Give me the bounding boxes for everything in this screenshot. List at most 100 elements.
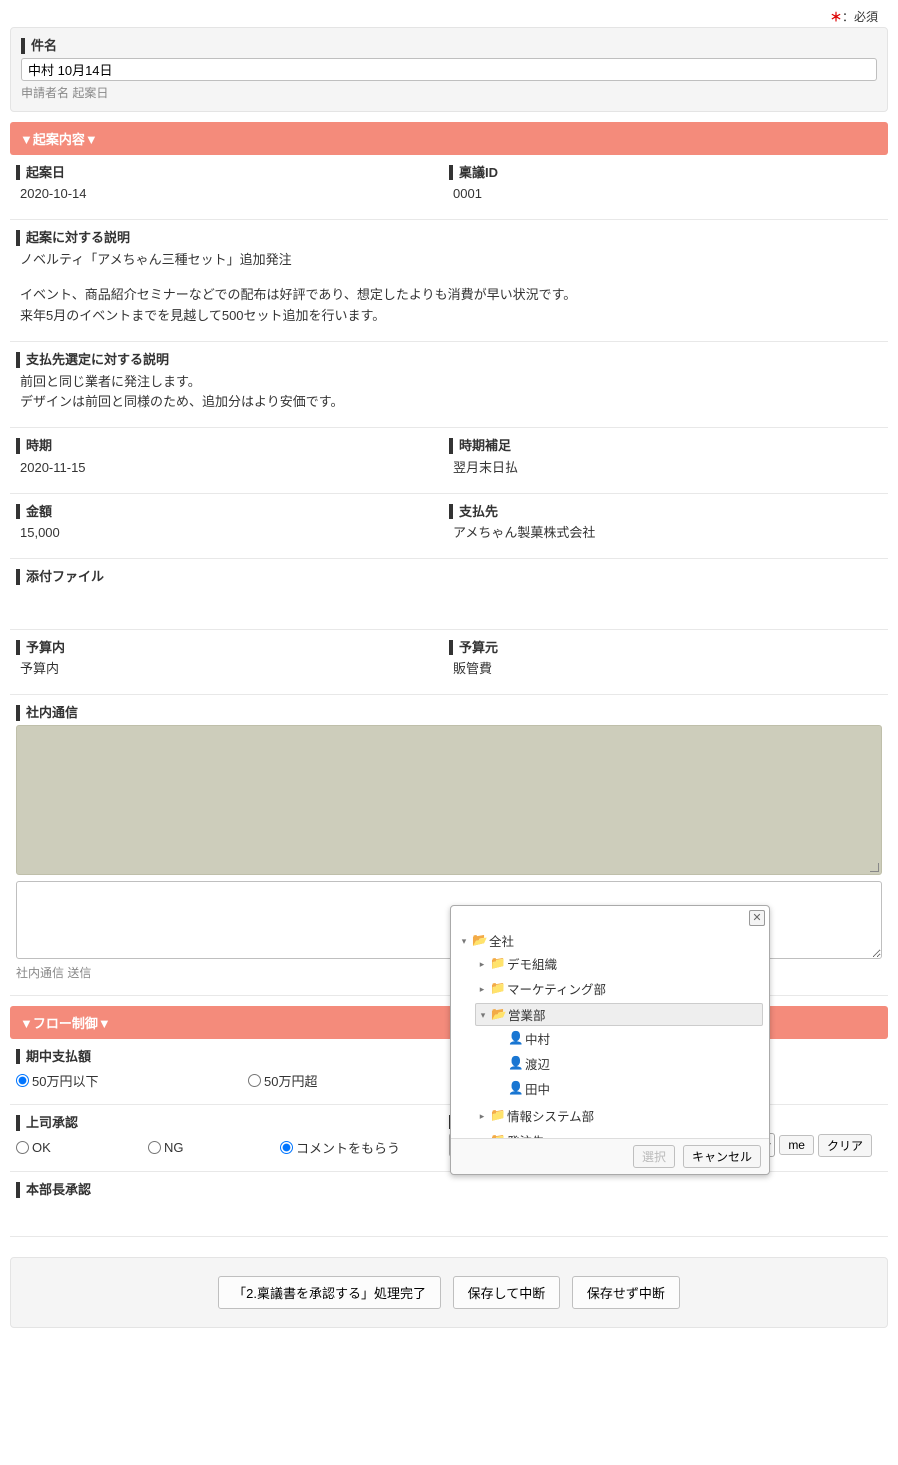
complete-button[interactable]: 「2.稟議書を承認する」処理完了	[218, 1276, 441, 1309]
person-icon: 👤	[508, 1031, 522, 1046]
row-date-id: 起案日 2020-10-14 稟議ID 0001	[10, 155, 888, 220]
tree-infosys-label: 情報システム部	[507, 1106, 594, 1125]
budget-in-value: 予算内	[16, 659, 439, 680]
expand-icon[interactable]: ▸	[477, 984, 487, 994]
expand-icon[interactable]: ▸	[477, 1136, 487, 1139]
period-amount-opt2-label: 50万円超	[264, 1071, 317, 1090]
division-approval-label: 本部長承認	[16, 1182, 882, 1198]
tree-node-tanaka[interactable]: ▸ 👤 田中	[493, 1076, 763, 1101]
tree-select-button[interactable]: 選択	[633, 1145, 675, 1168]
required-note: ＊：必須	[10, 0, 888, 27]
clear-button[interactable]: クリア	[818, 1134, 872, 1157]
tree-node-watanabe[interactable]: ▸ 👤 渡辺	[493, 1051, 763, 1076]
payee-value: アメちゃん製菓株式会社	[449, 523, 872, 544]
subject-hint: 申請者名 起案日	[21, 84, 877, 101]
tree-node-demo[interactable]: ▸ 📁 デモ組織	[475, 951, 763, 976]
period-amount-radio1[interactable]	[16, 1074, 29, 1087]
timing-note-value: 翌月末日払	[449, 458, 872, 479]
ringi-id-value: 0001	[449, 184, 872, 205]
tree-node-root[interactable]: ▾ 📂 全社 ▸ 📁 デモ組織 ▸	[457, 928, 763, 1138]
timing-note-label: 時期補足	[449, 438, 872, 454]
folder-closed-icon: 📁	[490, 956, 504, 971]
row-division-approval: 本部長承認	[10, 1172, 888, 1237]
popup-close-button[interactable]: ✕	[749, 910, 765, 926]
budget-in-label: 予算内	[16, 640, 439, 656]
popup-footer: 選択 キャンセル	[451, 1138, 769, 1174]
subject-input[interactable]	[21, 58, 877, 81]
folder-closed-icon: 📁	[490, 1108, 504, 1123]
tree-root-label: 全社	[489, 931, 514, 950]
tree-node-nakamura[interactable]: ▸ 👤 中村	[493, 1026, 763, 1051]
tree-sales-label: 営業部	[508, 1005, 546, 1024]
boss-approval-comment[interactable]: コメントをもらう	[280, 1138, 400, 1157]
folder-closed-icon: 📁	[490, 981, 504, 996]
folder-open-icon: 📂	[472, 933, 486, 948]
collapse-icon[interactable]: ▾	[459, 936, 469, 946]
timing-label: 時期	[16, 438, 439, 454]
subject-label: 件名	[21, 38, 877, 54]
folder-closed-icon: 📁	[490, 1133, 504, 1138]
tree-tanaka-label: 田中	[525, 1079, 550, 1098]
tree-cancel-button[interactable]: キャンセル	[683, 1145, 761, 1168]
row-payee-explanation: 支払先選定に対する説明 前回と同じ業者に発注します。 デザインは前回と同様のため…	[10, 342, 888, 428]
boss-approval-radio-ok[interactable]	[16, 1141, 29, 1154]
section-proposal[interactable]: ▼起案内容▼	[10, 122, 888, 155]
expand-icon[interactable]: ▸	[477, 1111, 487, 1121]
row-amount: 金額 15,000 支払先 アメちゃん製菓株式会社	[10, 494, 888, 559]
internal-comm-log	[16, 725, 882, 875]
boss-approval-ok-label: OK	[32, 1140, 51, 1155]
collapse-icon[interactable]: ▾	[478, 1010, 488, 1020]
tree-nakamura-label: 中村	[525, 1029, 550, 1048]
save-pause-button[interactable]: 保存して中断	[453, 1276, 561, 1309]
row-attachment: 添付ファイル	[10, 559, 888, 630]
asterisk-icon: ＊	[830, 10, 842, 24]
payee-explanation-line1: 前回と同じ業者に発注します。	[16, 372, 882, 393]
close-icon: ✕	[752, 913, 761, 924]
boss-approval-ng-label: NG	[164, 1140, 184, 1155]
person-icon: 👤	[508, 1081, 522, 1096]
tree-watanabe-label: 渡辺	[525, 1054, 550, 1073]
expand-icon[interactable]: ▸	[477, 959, 487, 969]
resize-handle-icon[interactable]	[869, 862, 879, 872]
me-button[interactable]: me	[779, 1135, 814, 1155]
amount-value: 15,000	[16, 523, 439, 544]
boss-approval-ok[interactable]: OK	[16, 1138, 146, 1157]
amount-label: 金額	[16, 504, 439, 520]
person-icon: 👤	[508, 1056, 522, 1071]
boss-approval-ng[interactable]: NG	[148, 1138, 278, 1157]
boss-approval-comment-label: コメントをもらう	[296, 1138, 400, 1157]
tree-node-marketing[interactable]: ▸ 📁 マーケティング部	[475, 976, 763, 1001]
explanation-line2: イベント、商品紹介セミナーなどでの配布は好評であり、想定したよりも消費が早い状況…	[16, 285, 882, 306]
ringi-id-label: 稟議ID	[449, 165, 872, 181]
internal-comm-label: 社内通信	[16, 705, 882, 721]
timing-value: 2020-11-15	[16, 458, 439, 479]
boss-approval-label: 上司承認	[16, 1115, 439, 1131]
org-tree-body[interactable]: ▾ 📂 全社 ▸ 📁 デモ組織 ▸	[451, 906, 769, 1138]
period-amount-opt2[interactable]: 50万円超	[248, 1071, 368, 1090]
discard-pause-button[interactable]: 保存せず中断	[572, 1276, 680, 1309]
tree-node-infosys[interactable]: ▸ 📁 情報システム部	[475, 1103, 763, 1128]
explanation-line3: 来年5月のイベントまでを見越して500セット追加を行います。	[16, 306, 882, 327]
period-amount-radio2[interactable]	[248, 1074, 261, 1087]
attachment-label: 添付ファイル	[16, 569, 882, 585]
budget-source-value: 販管費	[449, 659, 872, 680]
payee-explanation-line2: デザインは前回と同様のため、追加分はより安価です。	[16, 392, 882, 413]
proposal-date-label: 起案日	[16, 165, 439, 181]
tree-demo-label: デモ組織	[507, 954, 557, 973]
org-tree-popup: ✕ ▾ 📂 全社 ▸ 📁 デモ組織	[450, 905, 770, 1175]
row-explanation: 起案に対する説明 ノベルティ「アメちゃん三種セット」追加発注 イベント、商品紹介…	[10, 220, 888, 342]
boss-approval-radio-ng[interactable]	[148, 1141, 161, 1154]
explanation-line1: ノベルティ「アメちゃん三種セット」追加発注	[16, 250, 882, 271]
period-amount-opt1-label: 50万円以下	[32, 1071, 98, 1090]
boss-approval-radio-comment[interactable]	[280, 1141, 293, 1154]
row-timing: 時期 2020-11-15 時期補足 翌月末日払	[10, 428, 888, 493]
tree-node-vendor[interactable]: ▸ 📁 発注先	[475, 1128, 763, 1138]
period-amount-opt1[interactable]: 50万円以下	[16, 1071, 246, 1090]
subject-panel: 件名 申請者名 起案日	[10, 27, 888, 112]
row-budget: 予算内 予算内 予算元 販管費	[10, 630, 888, 695]
folder-open-icon: 📂	[491, 1007, 505, 1022]
budget-source-label: 予算元	[449, 640, 872, 656]
tree-vendor-label: 発注先	[507, 1131, 545, 1138]
payee-explanation-label: 支払先選定に対する説明	[16, 352, 882, 368]
tree-node-sales[interactable]: ▾ 📂 営業部 ▸ 👤 中村	[475, 1001, 763, 1103]
